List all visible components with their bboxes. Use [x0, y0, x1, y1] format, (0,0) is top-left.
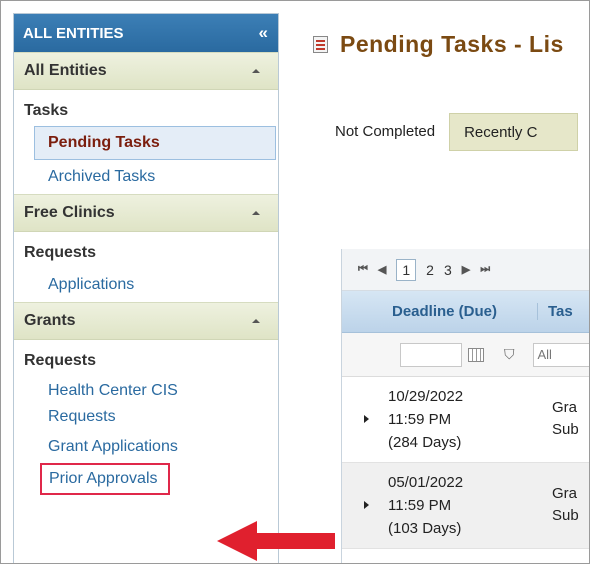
deadline-cell: 05/01/2022 11:59 PM (103 Days)	[388, 471, 463, 540]
group-tasks: Tasks	[24, 102, 69, 119]
deadline-cell: 10/29/2022 11:59 PM (284 Days)	[388, 385, 463, 454]
sidebar-header: ALL ENTITIES «	[14, 14, 278, 52]
sidebar: ALL ENTITIES « All Entities Tasks Pendin…	[13, 13, 279, 563]
group-requests: Requests	[24, 352, 97, 369]
app-root: ALL ENTITIES « All Entities Tasks Pendin…	[0, 0, 590, 564]
sidebar-item-pending-tasks[interactable]: Pending Tasks	[34, 126, 276, 160]
task-list-icon	[313, 36, 328, 53]
last-page-icon[interactable]: ⏭	[480, 263, 490, 276]
sidebar-item-grant-applications[interactable]: Grant Applications	[14, 434, 278, 460]
filter-row: ⛉ All	[342, 333, 589, 377]
expand-row-icon[interactable]	[364, 415, 369, 423]
pager: ⏮ ◀ 1 2 3 ▶ ⏭	[342, 249, 589, 291]
section-title: Grants	[24, 312, 76, 329]
tab-recently-completed[interactable]: Recently C	[449, 113, 579, 151]
sidebar-item-applications[interactable]: Applications	[14, 272, 278, 298]
calendar-icon[interactable]	[468, 347, 484, 362]
deadline-date: 05/01/2022	[388, 474, 464, 491]
filter-icon[interactable]: ⛉	[504, 346, 515, 363]
deadline-date: 10/29/2022	[388, 388, 464, 405]
task-filter-select[interactable]: All	[532, 342, 589, 367]
table-row[interactable]: 10/29/2022 11:59 PM (284 Days) Gra Sub	[342, 377, 589, 463]
deadline-time: 11:59 PM	[388, 411, 452, 428]
tab-not-completed[interactable]: Not Completed	[321, 113, 449, 151]
page-title: Pending Tasks - Lis	[340, 31, 564, 57]
caret-up-icon[interactable]	[252, 319, 260, 323]
deadline-time: 11:59 PM	[388, 497, 452, 514]
task-cell: Gra Sub	[552, 397, 579, 441]
section-grants[interactable]: Grants	[14, 302, 278, 340]
task-line: Sub	[552, 507, 579, 524]
page-link[interactable]: 3	[444, 262, 452, 278]
section-title: All Entities	[24, 62, 107, 79]
section-free-clinics[interactable]: Free Clinics	[14, 194, 278, 232]
column-header-row: Deadline (Due) Tas	[342, 291, 589, 333]
tab-bar: Not Completed Recently C	[321, 113, 579, 151]
expand-row-icon[interactable]	[364, 501, 369, 509]
column-header-task[interactable]: Tas	[537, 303, 573, 320]
task-line: Gra	[552, 399, 578, 416]
page-title-row: Pending Tasks - Lis	[313, 31, 564, 58]
sidebar-item-prior-approvals[interactable]: Prior Approvals	[40, 463, 170, 495]
sidebar-item-health-center-cis-requests[interactable]: Health Center CIS Requests	[14, 378, 214, 430]
task-cell: Gra Sub	[552, 483, 579, 527]
group-requests: Requests	[24, 244, 97, 261]
caret-up-icon[interactable]	[252, 69, 260, 73]
section-title: Free Clinics	[24, 204, 115, 221]
task-line: Sub	[552, 421, 579, 438]
tasks-grid: ⏮ ◀ 1 2 3 ▶ ⏭ Deadline (Due) Tas ⛉ All 1…	[341, 249, 589, 563]
deadline-days: (284 Days)	[388, 434, 462, 451]
page-link[interactable]: 2	[426, 262, 434, 278]
column-header-deadline[interactable]: Deadline (Due)	[392, 303, 537, 320]
main-content: Pending Tasks - Lis Not Completed Recent…	[291, 13, 589, 563]
sidebar-item-archived-tasks[interactable]: Archived Tasks	[14, 164, 278, 190]
next-page-icon[interactable]: ▶	[462, 263, 470, 276]
first-page-icon[interactable]: ⏮	[358, 263, 368, 276]
task-line: Gra	[552, 485, 578, 502]
collapse-icon[interactable]: «	[259, 23, 268, 43]
prev-page-icon[interactable]: ◀	[378, 263, 386, 276]
deadline-days: (103 Days)	[388, 520, 462, 537]
table-row[interactable]: 05/01/2022 11:59 PM (103 Days) Gra Sub	[342, 463, 589, 549]
red-arrow-icon	[217, 521, 335, 561]
sidebar-header-title: ALL ENTITIES	[23, 24, 124, 42]
deadline-filter-input[interactable]	[400, 342, 462, 367]
caret-up-icon[interactable]	[252, 211, 260, 215]
page-link-current[interactable]: 1	[396, 258, 417, 281]
section-all-entities[interactable]: All Entities	[14, 52, 278, 90]
